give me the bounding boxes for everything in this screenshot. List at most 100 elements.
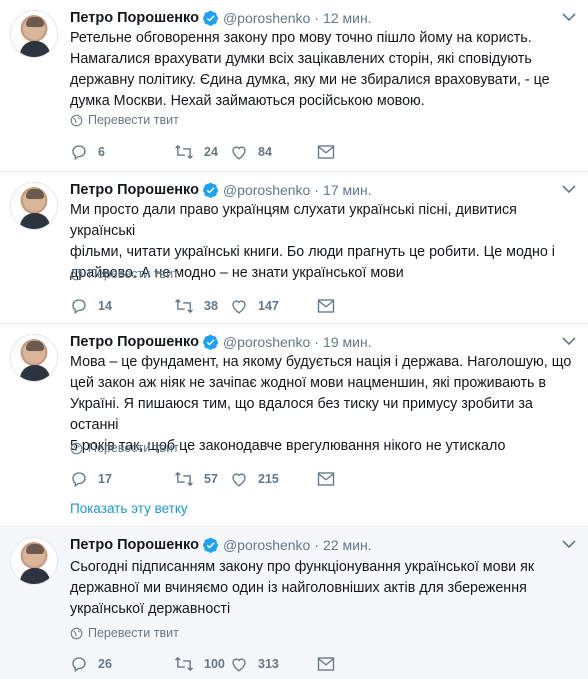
author-name[interactable]: Петро Порошенко bbox=[70, 10, 199, 26]
retweet-button[interactable]: 100 bbox=[174, 655, 230, 673]
tweet-time[interactable]: 12 мин. bbox=[323, 10, 372, 26]
like-button[interactable]: 313 bbox=[230, 655, 317, 673]
tweet-text: Ретельне обговорення закону про мову точ… bbox=[70, 30, 550, 109]
retweet-count: 100 bbox=[204, 657, 225, 671]
author-handle[interactable]: @poroshenko bbox=[223, 182, 310, 198]
globe-icon bbox=[70, 268, 83, 280]
translate-tweet-link[interactable]: Перевести твит bbox=[70, 441, 179, 455]
reply-count: 14 bbox=[98, 299, 112, 313]
tweet[interactable]: Петро Порошенко @poroshenko · 12 мин. Ре… bbox=[0, 0, 588, 172]
tweet-feed: Петро Порошенко @poroshenko · 12 мин. Ре… bbox=[0, 0, 588, 679]
retweet-icon bbox=[175, 471, 193, 487]
avatar[interactable] bbox=[10, 334, 58, 382]
message-icon bbox=[317, 657, 335, 671]
tweet-header: Петро Порошенко @poroshenko · 22 мин. bbox=[70, 535, 372, 555]
like-count: 147 bbox=[258, 299, 279, 313]
message-button[interactable] bbox=[317, 144, 345, 160]
like-icon bbox=[232, 300, 246, 314]
caret-down-icon[interactable] bbox=[562, 539, 576, 549]
separator-dot: · bbox=[314, 537, 320, 553]
author-handle[interactable]: @poroshenko bbox=[223, 334, 310, 350]
like-count: 84 bbox=[258, 145, 272, 159]
separator-dot: · bbox=[314, 334, 320, 350]
reply-icon bbox=[72, 472, 86, 488]
tweet-header: Петро Порошенко @poroshenko · 17 мин. bbox=[70, 180, 372, 200]
globe-icon bbox=[70, 442, 83, 454]
reply-icon bbox=[72, 657, 86, 673]
author-name[interactable]: Петро Порошенко bbox=[70, 334, 199, 350]
verified-badge-icon bbox=[202, 182, 218, 198]
retweet-icon bbox=[175, 656, 193, 672]
tweet-time[interactable]: 17 мин. bbox=[323, 182, 372, 198]
retweet-icon bbox=[175, 144, 193, 160]
avatar[interactable] bbox=[10, 10, 58, 58]
like-icon bbox=[232, 658, 246, 672]
tweet[interactable]: Петро Порошенко @poroshenko · 22 мин. Сь… bbox=[0, 527, 588, 679]
retweet-count: 57 bbox=[204, 472, 218, 486]
separator-dot: · bbox=[314, 182, 320, 198]
message-icon bbox=[317, 145, 335, 159]
caret-down-icon[interactable] bbox=[562, 12, 576, 22]
translate-label: Перевести твит bbox=[88, 626, 179, 640]
reply-button[interactable]: 26 bbox=[70, 655, 174, 673]
like-button[interactable]: 84 bbox=[230, 143, 317, 161]
tweet-time[interactable]: 22 мин. bbox=[323, 537, 372, 553]
verified-badge-icon bbox=[202, 537, 218, 553]
tweet-header: Петро Порошенко @poroshenko · 12 мин. bbox=[70, 8, 372, 28]
globe-icon bbox=[70, 627, 83, 639]
translate-tweet-link[interactable]: Перевести твит bbox=[70, 626, 179, 640]
caret-down-icon[interactable] bbox=[562, 184, 576, 194]
retweet-button[interactable]: 38 bbox=[174, 297, 230, 315]
like-count: 215 bbox=[258, 472, 279, 486]
tweet-text: Сьогодні підписанням закону про функціон… bbox=[70, 559, 535, 617]
author-handle[interactable]: @poroshenko bbox=[223, 10, 310, 26]
globe-icon bbox=[70, 114, 83, 126]
translate-label: Перевести твит bbox=[88, 441, 179, 455]
message-icon bbox=[317, 299, 335, 313]
show-thread-link[interactable]: Показать эту ветку bbox=[70, 501, 188, 516]
retweet-icon bbox=[175, 298, 193, 314]
like-icon bbox=[232, 473, 246, 487]
like-button[interactable]: 147 bbox=[230, 297, 317, 315]
tweet[interactable]: Петро Порошенко @poroshenko · 17 мин. Ми… bbox=[0, 172, 588, 324]
like-count: 313 bbox=[258, 657, 279, 671]
avatar[interactable] bbox=[10, 182, 58, 230]
reply-icon bbox=[72, 145, 86, 161]
like-icon bbox=[232, 146, 246, 160]
translate-tweet-link[interactable]: Перевести твит bbox=[70, 267, 179, 281]
reply-button[interactable]: 17 bbox=[70, 470, 174, 488]
separator-dot: · bbox=[314, 10, 320, 26]
author-handle[interactable]: @poroshenko bbox=[223, 537, 310, 553]
message-button[interactable] bbox=[317, 471, 345, 487]
retweet-count: 38 bbox=[204, 299, 218, 313]
tweet-actions: 26 100 313 bbox=[70, 654, 345, 674]
author-name[interactable]: Петро Порошенко bbox=[70, 537, 199, 553]
verified-badge-icon bbox=[202, 10, 218, 26]
retweet-button[interactable]: 24 bbox=[174, 143, 230, 161]
reply-count: 17 bbox=[98, 472, 112, 486]
tweet-header: Петро Порошенко @poroshenko · 19 мин. bbox=[70, 332, 372, 352]
reply-count: 6 bbox=[98, 145, 105, 159]
author-name[interactable]: Петро Порошенко bbox=[70, 182, 199, 198]
reply-button[interactable]: 14 bbox=[70, 297, 174, 315]
message-icon bbox=[317, 472, 335, 486]
tweet-actions: 17 57 215 bbox=[70, 469, 345, 489]
like-button[interactable]: 215 bbox=[230, 470, 317, 488]
tweet-actions: 6 24 84 bbox=[70, 142, 345, 162]
reply-icon bbox=[72, 299, 86, 315]
tweet-actions: 14 38 147 bbox=[70, 296, 345, 316]
avatar[interactable] bbox=[10, 537, 58, 585]
retweet-button[interactable]: 57 bbox=[174, 470, 230, 488]
message-button[interactable] bbox=[317, 656, 345, 672]
retweet-count: 24 bbox=[204, 145, 218, 159]
reply-count: 26 bbox=[98, 657, 112, 671]
message-button[interactable] bbox=[317, 298, 345, 314]
translate-label: Перевести твит bbox=[88, 267, 179, 281]
verified-badge-icon bbox=[202, 334, 218, 350]
caret-down-icon[interactable] bbox=[562, 336, 576, 346]
translate-tweet-link[interactable]: Перевести твит bbox=[70, 113, 179, 127]
translate-label: Перевести твит bbox=[88, 113, 179, 127]
tweet[interactable]: Петро Порошенко @poroshenko · 19 мин. Мо… bbox=[0, 324, 588, 527]
reply-button[interactable]: 6 bbox=[70, 143, 174, 161]
tweet-time[interactable]: 19 мин. bbox=[323, 334, 372, 350]
